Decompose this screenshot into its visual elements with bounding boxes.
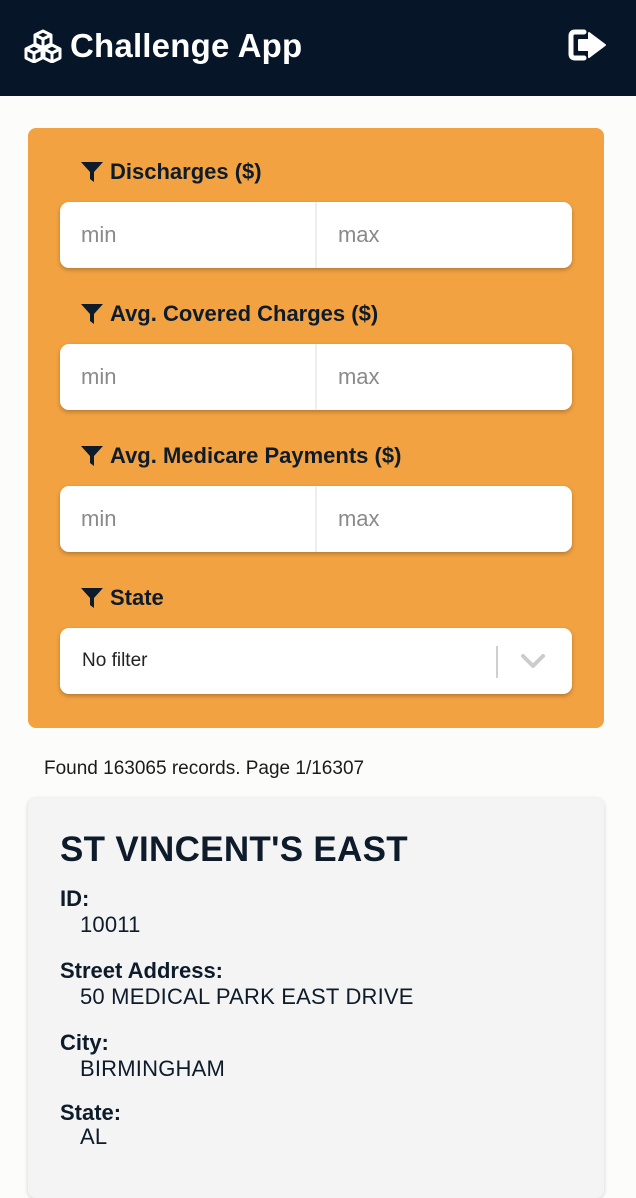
filter-icon	[81, 162, 103, 182]
discharges-max-input[interactable]	[316, 202, 572, 268]
field-label-street-address: Street Address:	[60, 958, 224, 983]
covered-charges-label-text: Avg. Covered Charges ($)	[110, 301, 379, 326]
logout-button[interactable]	[568, 28, 608, 62]
results-summary: Found 163065 records. Page 1/16307	[44, 758, 365, 779]
record-title: ST VINCENT'S EAST	[60, 830, 408, 869]
field-label-state: State:	[60, 1100, 122, 1125]
filter-icon	[81, 304, 103, 324]
filter-icon	[81, 588, 103, 608]
medicare-payments-label-text: Avg. Medicare Payments ($)	[110, 443, 402, 468]
filter-panel: Discharges ($) Avg. Covered Charges ($) …	[28, 128, 604, 728]
covered-charges-min-input[interactable]	[60, 344, 315, 410]
covered-charges-range	[60, 344, 572, 410]
discharges-range	[60, 202, 572, 268]
state-filter-label: State	[80, 584, 164, 612]
brand[interactable]: Challenge App	[24, 24, 302, 68]
state-label-text: State	[110, 585, 164, 610]
field-value-city: BIRMINGHAM	[80, 1056, 225, 1081]
app-title: Challenge App	[70, 27, 303, 64]
discharges-label-text: Discharges ($)	[110, 159, 262, 184]
medicare-payments-max-input[interactable]	[316, 486, 572, 552]
field-value-street-address: 50 MEDICAL PARK EAST DRIVE	[80, 984, 414, 1009]
filter-icon	[81, 446, 103, 466]
state-select[interactable]: No filter	[60, 628, 572, 694]
covered-charges-filter-label: Avg. Covered Charges ($)	[80, 300, 378, 328]
field-label-city: City:	[60, 1030, 109, 1055]
discharges-filter-label: Discharges ($)	[80, 158, 262, 186]
field-value-state: AL	[80, 1124, 108, 1149]
covered-charges-max-input[interactable]	[316, 344, 572, 410]
sign-out-icon	[568, 29, 606, 61]
app-header: Challenge App	[0, 0, 636, 96]
select-divider	[496, 646, 498, 678]
medicare-payments-min-input[interactable]	[60, 486, 315, 552]
chevron-down-icon[interactable]	[518, 650, 548, 672]
field-value-id: 10011	[80, 912, 141, 937]
medicare-payments-range	[60, 486, 572, 552]
medicare-payments-filter-label: Avg. Medicare Payments ($)	[80, 442, 401, 470]
field-label-id: ID:	[60, 886, 90, 911]
discharges-min-input[interactable]	[60, 202, 315, 268]
record-card: ST VINCENT'S EAST ID: 10011 Street Addre…	[28, 798, 604, 1198]
cubes-icon	[24, 29, 62, 63]
state-select-value: No filter	[82, 650, 148, 671]
